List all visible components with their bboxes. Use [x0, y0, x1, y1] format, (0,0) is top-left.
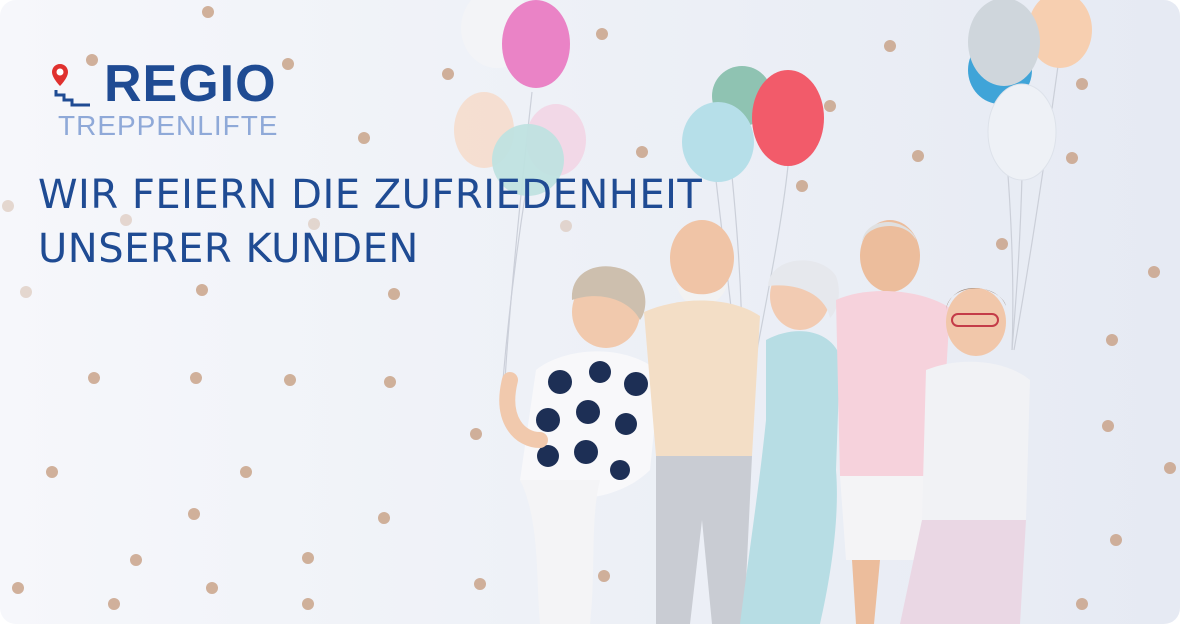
headline-line-1: WIR FEIERN DIE ZUFRIEDENHEIT	[38, 172, 703, 218]
balloon-cluster-center	[682, 66, 824, 182]
senior-man-1	[644, 220, 760, 624]
confetti-dot	[188, 508, 200, 520]
hero-banner: REGIO TREPPENLIFTE WIR FEIERN DIE ZUFRIE…	[0, 0, 1180, 624]
confetti-dot	[12, 582, 24, 594]
hero-photo	[454, 0, 1092, 624]
confetti-dot	[190, 372, 202, 384]
confetti-dot	[358, 132, 370, 144]
balloon-cluster-right	[968, 0, 1092, 181]
confetti-dot	[206, 582, 218, 594]
confetti-dot	[130, 554, 142, 566]
confetti-dot	[240, 466, 252, 478]
confetti-dot	[384, 376, 396, 388]
confetti-dot	[284, 374, 296, 386]
hero-headline: WIR FEIERN DIE ZUFRIEDENHEIT UNSERER KUN…	[38, 168, 702, 276]
confetti-dot	[196, 284, 208, 296]
headline-line-2: UNSERER KUNDEN	[38, 226, 419, 272]
confetti-dot	[202, 6, 214, 18]
stair-lift-pin-icon	[52, 64, 90, 107]
confetti-dot	[302, 552, 314, 564]
confetti-dot	[20, 286, 32, 298]
senior-woman-1	[499, 266, 660, 624]
brand-subtitle: TREPPENLIFTE	[58, 110, 279, 141]
confetti-dot	[88, 372, 100, 384]
confetti-dot	[108, 598, 120, 610]
brand-name: REGIO	[104, 55, 277, 113]
confetti-dot	[388, 288, 400, 300]
confetti-dot	[378, 512, 390, 524]
confetti-dot	[46, 466, 58, 478]
balloon-cluster-left	[454, 0, 586, 196]
confetti-dot	[302, 598, 314, 610]
confetti-dot	[282, 58, 294, 70]
confetti-dot	[2, 200, 14, 212]
